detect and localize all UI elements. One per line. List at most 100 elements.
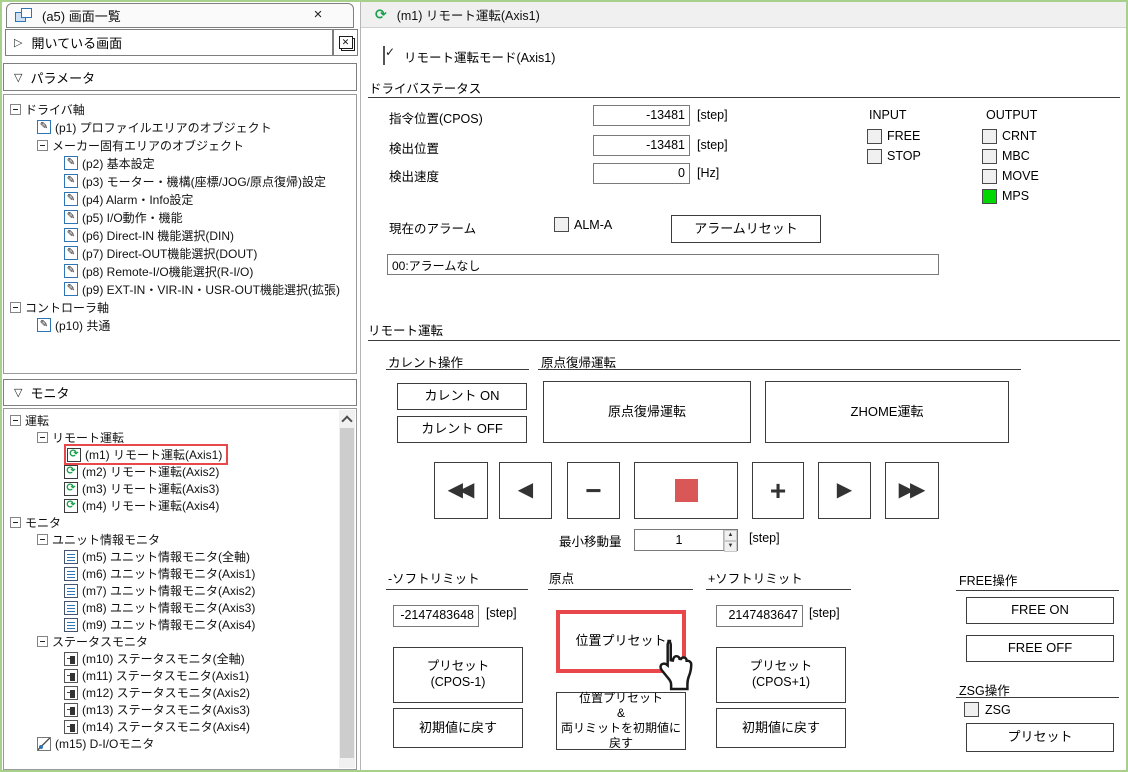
home-return-button[interactable]: 原点復帰運転	[543, 381, 751, 443]
unit-icon	[64, 601, 78, 615]
triangle-down-icon: ▽	[14, 71, 22, 84]
monitor-tree-item-17[interactable]: (m12) ステータスモニタ(Axis2)	[4, 684, 339, 701]
tree-expander-minus-icon[interactable]	[37, 140, 48, 151]
detected-position-label: 検出位置	[389, 138, 439, 157]
parameters-section-header[interactable]: ▽ パラメータ	[3, 63, 357, 91]
tree-scrollbar[interactable]	[339, 410, 355, 768]
param-tree-item-13[interactable]: ✎(p10) 共通	[4, 316, 356, 334]
tree-expander-minus-icon[interactable]	[10, 517, 21, 528]
monitor-tree-item-10[interactable]: (m6) ユニット情報モニタ(Axis1)	[4, 565, 339, 582]
param-tree-item-11[interactable]: ✎(p9) EXT-IN・VIR-IN・USR-OUT機能選択(拡張)	[4, 280, 356, 298]
param-tree-item-2[interactable]: ✎(p1) プロファイルエリアのオブジェクト	[4, 118, 356, 136]
soft-limit-minus-value[interactable]: -2147483648	[393, 605, 479, 627]
monitor-tree-item-8[interactable]: ユニット情報モニタ	[4, 531, 339, 548]
param-tree-item-5[interactable]: ✎(p3) モーター・機構(座標/JOG/原点復帰)設定	[4, 172, 356, 190]
free-off-button[interactable]: FREE OFF	[966, 635, 1114, 662]
param-tree-item-7[interactable]: ✎(p5) I/O動作・機能	[4, 208, 356, 226]
spinner-up-icon[interactable]: ▲	[724, 530, 737, 541]
monitor-tree-item-5[interactable]: ⟳(m3) リモート運転(Axis3)	[4, 480, 339, 497]
jog-forward-button[interactable]: ▶	[818, 462, 871, 519]
param-tree-item-3[interactable]: メーカー固有エリアのオブジェクト	[4, 136, 356, 154]
soft-limit-plus-value[interactable]: 2147483647	[716, 605, 803, 627]
fast-forward-icon: ▶▶	[899, 478, 926, 503]
tree-expander-minus-icon[interactable]	[37, 636, 48, 647]
min-move-value[interactable]: 1	[635, 530, 723, 550]
monitor-tree-item-11[interactable]: (m7) ユニット情報モニタ(Axis2)	[4, 582, 339, 599]
tree-expander-minus-icon[interactable]	[10, 415, 21, 426]
monitor-tree-item-9[interactable]: (m5) ユニット情報モニタ(全軸)	[4, 548, 339, 565]
monitor-tree-item-13[interactable]: (m9) ユニット情報モニタ(Axis4)	[4, 616, 339, 633]
preset-cpos-minus-button[interactable]: プリセット (CPOS-1)	[393, 647, 523, 703]
selected-item-highlight-box: ⟳(m1) リモート運転(Axis1)	[64, 444, 228, 465]
min-move-stepper[interactable]: 1 ▲ ▼	[634, 529, 738, 551]
param-tree-item-10[interactable]: ✎(p8) Remote-I/O機能選択(R-I/O)	[4, 262, 356, 280]
reset-default-plus-button[interactable]: 初期値に戻す	[716, 708, 846, 748]
tree-expander-minus-icon[interactable]	[10, 302, 21, 313]
tree-expander-minus-icon[interactable]	[37, 534, 48, 545]
monitor-tree-item-19[interactable]: (m14) ステータスモニタ(Axis4)	[4, 718, 339, 735]
reset-default-minus-button[interactable]: 初期値に戻す	[393, 708, 523, 748]
monitor-tree-item-16[interactable]: (m11) ステータスモニタ(Axis1)	[4, 667, 339, 684]
jog-minus-button[interactable]: −	[567, 462, 620, 519]
free-on-button[interactable]: FREE ON	[966, 597, 1114, 624]
param-tree-item-9[interactable]: ✎(p7) Direct-OUT機能選択(DOUT)	[4, 244, 356, 262]
open-screens-header[interactable]: ▷ 開いている画面	[5, 29, 333, 56]
parameters-tree: ドライバ軸✎(p1) プロファイルエリアのオブジェクトメーカー固有エリアのオブジ…	[3, 94, 357, 374]
param-tree-item-4[interactable]: ✎(p2) 基本設定	[4, 154, 356, 172]
monitor-tree-item-20[interactable]: (m15) D-I/Oモニタ	[4, 735, 339, 752]
tree-item-label: (p2) 基本設定	[82, 155, 155, 172]
param-tree-item-8[interactable]: ✎(p6) Direct-IN 機能選択(DIN)	[4, 226, 356, 244]
monitor-tree-item-12[interactable]: (m8) ユニット情報モニタ(Axis3)	[4, 599, 339, 616]
preset-cpos-plus-line2: (CPOS+1)	[752, 675, 810, 691]
jog-fast-forward-button[interactable]: ▶▶	[885, 462, 939, 519]
detected-speed-label: 検出速度	[389, 166, 439, 185]
alarm-reset-button[interactable]: アラームリセット	[671, 215, 821, 243]
open-screens-label: 開いている画面	[31, 33, 122, 52]
monitor-tree-item-14[interactable]: ステータスモニタ	[4, 633, 339, 650]
jog-reverse-button[interactable]: ◀	[499, 462, 552, 519]
dio-icon	[37, 737, 51, 751]
pencil-icon: ✎	[64, 210, 78, 224]
monitor-tree-item-6[interactable]: ⟳(m4) リモート運転(Axis4)	[4, 497, 339, 514]
monitor-section-header[interactable]: ▽ モニタ	[3, 379, 357, 406]
param-tree-item-12[interactable]: コントローラ軸	[4, 298, 356, 316]
monitor-tree-item-4[interactable]: ⟳(m2) リモート運転(Axis2)	[4, 463, 339, 480]
monitor-tree-item-15[interactable]: (m10) ステータスモニタ(全軸)	[4, 650, 339, 667]
position-preset-and-limits-reset-button[interactable]: 位置プリセット & 両リミットを初期値に戻す	[556, 692, 686, 750]
tree-item-label: (m14) ステータスモニタ(Axis4)	[82, 718, 250, 735]
detected-position-value: -13481	[593, 135, 690, 156]
monitor-tree-item-1[interactable]: 運転	[4, 412, 339, 429]
monitor-tree-item-7[interactable]: モニタ	[4, 514, 339, 531]
hand-cursor-icon	[651, 638, 697, 697]
spinner-down-icon[interactable]: ▼	[724, 541, 737, 552]
monitor-tree-item-3[interactable]: ⟳(m1) リモート運転(Axis1)	[4, 446, 339, 463]
preset-cpos-plus-button[interactable]: プリセット (CPOS+1)	[716, 647, 846, 703]
tree-item-label: (m5) ユニット情報モニタ(全軸)	[82, 548, 250, 565]
cpos-label: 指令位置(CPOS)	[389, 108, 483, 127]
jog-fast-reverse-button[interactable]: ◀◀	[434, 462, 488, 519]
zsg-preset-button[interactable]: プリセット	[966, 723, 1114, 752]
close-all-screens-button[interactable]: ✕	[333, 29, 358, 56]
detected-position-unit: [step]	[697, 138, 728, 152]
close-icon[interactable]: ×	[309, 6, 327, 23]
zhome-button[interactable]: ZHOME運転	[765, 381, 1009, 443]
screen-list-tab[interactable]: (a5) 画面一覧 ×	[6, 3, 354, 28]
pencil-icon: ✎	[64, 246, 78, 260]
close-all-windows-icon: ✕	[339, 36, 353, 49]
jog-plus-button[interactable]: +	[752, 462, 804, 519]
stop-button[interactable]	[634, 462, 738, 519]
param-tree-item-6[interactable]: ✎(p4) Alarm・Info設定	[4, 190, 356, 208]
remote-mode-checkbox[interactable]	[383, 46, 385, 65]
current-on-button[interactable]: カレント ON	[397, 383, 527, 410]
monitor-tree-item-18[interactable]: (m13) ステータスモニタ(Axis3)	[4, 701, 339, 718]
current-off-button[interactable]: カレント OFF	[397, 416, 527, 443]
scrollbar-thumb[interactable]	[340, 428, 354, 758]
param-tree-item-1[interactable]: ドライバ軸	[4, 100, 356, 118]
status-icon	[64, 720, 78, 734]
scrollbar-up-icon[interactable]	[339, 410, 355, 427]
tree-expander-minus-icon[interactable]	[10, 104, 21, 115]
tree-item-label: (p4) Alarm・Info設定	[82, 191, 193, 208]
tree-item-label: (m15) D-I/Oモニタ	[55, 735, 154, 752]
zsg-indicator	[964, 702, 979, 717]
tree-expander-minus-icon[interactable]	[37, 432, 48, 443]
